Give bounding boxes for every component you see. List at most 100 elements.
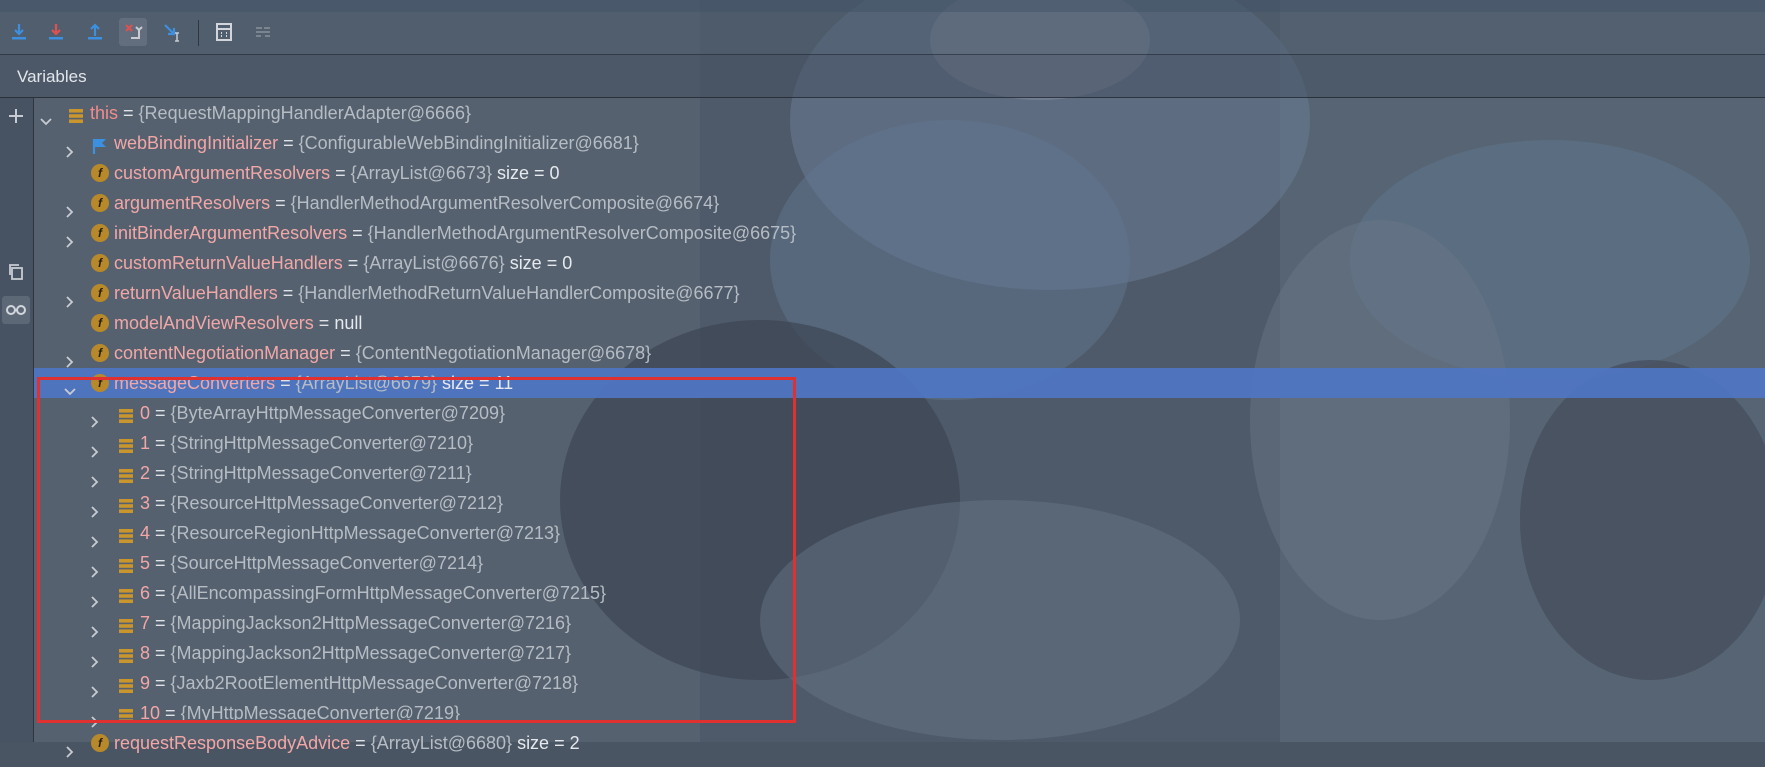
variable-name: webBindingInitializer — [114, 133, 279, 153]
field-icon: f — [91, 164, 109, 182]
tree-row-converter-9[interactable]: 9 = {Jaxb2RootElementHttpMessageConverte… — [34, 668, 1765, 698]
chevron-right-icon[interactable] — [89, 497, 101, 518]
row-text: contentNegotiationManager = {ContentNego… — [114, 338, 651, 368]
chevron-right-icon[interactable] — [89, 437, 101, 458]
tree-row-customArgumentResolvers[interactable]: f customArgumentResolvers = {ArrayList@66… — [34, 158, 1765, 188]
row-text: 0 = {ByteArrayHttpMessageConverter@7209} — [140, 398, 505, 428]
chevron-right-icon[interactable] — [89, 467, 101, 488]
row-text: 6 = {AllEncompassingFormHttpMessageConve… — [140, 578, 606, 608]
variable-value: {StringHttpMessageConverter@7210} — [170, 433, 473, 453]
variable-name: 6 — [140, 583, 151, 603]
chevron-right-icon[interactable] — [64, 137, 76, 158]
variable-value: {Jaxb2RootElementHttpMessageConverter@72… — [170, 673, 579, 693]
variable-value: {RequestMappingHandlerAdapter@6666} — [138, 103, 472, 123]
chevron-right-icon[interactable] — [89, 557, 101, 578]
chevron-right-icon[interactable] — [89, 677, 101, 698]
equals-sign: = — [155, 553, 171, 573]
tree-row-converter-6[interactable]: 6 = {AllEncompassingFormHttpMessageConve… — [34, 578, 1765, 608]
chevron-right-icon[interactable] — [89, 407, 101, 428]
size-label: size = 11 — [441, 373, 514, 393]
tree-row-requestResponseBodyAdvice[interactable]: f requestResponseBodyAdvice = {ArrayList@… — [34, 728, 1765, 758]
variable-name: returnValueHandlers — [114, 283, 278, 303]
variables-tree: this = {RequestMappingHandlerAdapter@666… — [34, 98, 1765, 758]
variable-value: {ByteArrayHttpMessageConverter@7209} — [170, 403, 505, 423]
equals-sign: = — [155, 403, 171, 423]
row-text: 4 = {ResourceRegionHttpMessageConverter@… — [140, 518, 560, 548]
step-out-icon[interactable] — [81, 18, 109, 46]
variable-name: requestResponseBodyAdvice — [114, 733, 351, 753]
chevron-right-icon[interactable] — [89, 647, 101, 668]
step-over-icon[interactable] — [5, 18, 33, 46]
tree-row-converter-5[interactable]: 5 = {SourceHttpMessageConverter@7214} — [34, 548, 1765, 578]
add-watch-icon[interactable] — [2, 102, 30, 130]
tree-row-returnValueHandlers[interactable]: f returnValueHandlers = {HandlerMethodRet… — [34, 278, 1765, 308]
object-icon — [117, 404, 135, 423]
chevron-right-icon[interactable] — [89, 617, 101, 638]
tree-row-converter-7[interactable]: 7 = {MappingJackson2HttpMessageConverter… — [34, 608, 1765, 638]
variable-value: {MyHttpMessageConverter@7219} — [180, 703, 460, 723]
chevron-right-icon[interactable] — [64, 347, 76, 368]
tree-row-customReturnValueHandlers[interactable]: f customReturnValueHandlers = {ArrayList@… — [34, 248, 1765, 278]
variable-value: {AllEncompassingFormHttpMessageConverter… — [170, 583, 607, 603]
variable-name: customReturnValueHandlers — [114, 253, 343, 273]
variable-value: {SourceHttpMessageConverter@7214} — [170, 553, 483, 573]
field-icon: f — [91, 254, 109, 272]
chevron-right-icon[interactable] — [89, 707, 101, 728]
variable-value: {ResourceHttpMessageConverter@7212} — [170, 493, 504, 513]
variable-value: {StringHttpMessageConverter@7211} — [170, 463, 472, 483]
tree-row-converter-3[interactable]: 3 = {ResourceHttpMessageConverter@7212} — [34, 488, 1765, 518]
evaluate-expression-icon[interactable] — [210, 18, 238, 46]
chevron-right-icon[interactable] — [64, 287, 76, 308]
chevron-right-icon[interactable] — [64, 197, 76, 218]
tree-row-messageConverters[interactable]: f messageConverters = {ArrayList@6679} si… — [34, 368, 1765, 398]
drop-frame-icon[interactable] — [119, 18, 147, 46]
equals-sign: = — [155, 493, 171, 513]
run-to-cursor-icon[interactable] — [159, 18, 187, 46]
equals-sign: = — [318, 313, 335, 333]
object-icon — [117, 584, 135, 603]
chevron-down-icon[interactable] — [64, 377, 76, 396]
tree-row-this[interactable]: this = {RequestMappingHandlerAdapter@666… — [34, 98, 1765, 128]
row-text: initBinderArgumentResolvers = {HandlerMe… — [114, 218, 796, 248]
object-icon — [117, 434, 135, 453]
size-label: size = 0 — [509, 253, 573, 273]
chevron-right-icon[interactable] — [64, 737, 76, 758]
tree-row-converter-0[interactable]: 0 = {ByteArrayHttpMessageConverter@7209} — [34, 398, 1765, 428]
tree-row-converter-1[interactable]: 1 = {StringHttpMessageConverter@7210} — [34, 428, 1765, 458]
tree-row-converter-8[interactable]: 8 = {MappingJackson2HttpMessageConverter… — [34, 638, 1765, 668]
row-text: 8 = {MappingJackson2HttpMessageConverter… — [140, 638, 571, 668]
step-into-icon[interactable] — [42, 18, 70, 46]
variable-name: 2 — [140, 463, 151, 483]
tree-row-argumentResolvers[interactable]: f argumentResolvers = {HandlerMethodArgum… — [34, 188, 1765, 218]
variable-value: null — [334, 313, 363, 333]
chevron-right-icon[interactable] — [89, 527, 101, 548]
row-text: webBindingInitializer = {ConfigurableWeb… — [114, 128, 639, 158]
variables-panel-header: Variables — [0, 55, 1765, 98]
row-text: 3 = {ResourceHttpMessageConverter@7212} — [140, 488, 503, 518]
copy-icon[interactable] — [2, 258, 30, 286]
chevron-right-icon[interactable] — [64, 227, 76, 248]
tree-row-converter-2[interactable]: 2 = {StringHttpMessageConverter@7211} — [34, 458, 1765, 488]
tree-row-initBinderArgumentResolvers[interactable]: f initBinderArgumentResolvers = {HandlerM… — [34, 218, 1765, 248]
equals-sign: = — [340, 343, 356, 363]
chevron-down-icon[interactable] — [40, 107, 52, 126]
trace-icon[interactable] — [249, 18, 277, 46]
tree-row-contentNegotiationManager[interactable]: f contentNegotiationManager = {ContentNeg… — [34, 338, 1765, 368]
equals-sign: = — [347, 253, 364, 273]
field-icon: f — [91, 734, 109, 752]
size-label: size = 0 — [497, 163, 560, 183]
variable-name: 7 — [140, 613, 151, 633]
tree-row-webBindingInitializer[interactable]: webBindingInitializer = {ConfigurableWeb… — [34, 128, 1765, 158]
tree-row-modelAndViewResolvers[interactable]: f modelAndViewResolvers = null — [34, 308, 1765, 338]
variable-value: {ArrayList@6680} — [370, 733, 513, 753]
object-icon — [117, 524, 135, 543]
variable-value: {HandlerMethodArgumentResolverComposite@… — [367, 223, 797, 243]
show-watches-icon[interactable] — [2, 296, 30, 324]
variable-value: {ContentNegotiationManager@6678} — [355, 343, 652, 363]
equals-sign: = — [335, 163, 351, 183]
chevron-right-icon[interactable] — [89, 587, 101, 608]
variable-name: 5 — [140, 553, 151, 573]
variable-value: {ArrayList@6679} — [295, 373, 437, 393]
tree-row-converter-4[interactable]: 4 = {ResourceRegionHttpMessageConverter@… — [34, 518, 1765, 548]
tree-row-converter-10[interactable]: 10 = {MyHttpMessageConverter@7219} — [34, 698, 1765, 728]
